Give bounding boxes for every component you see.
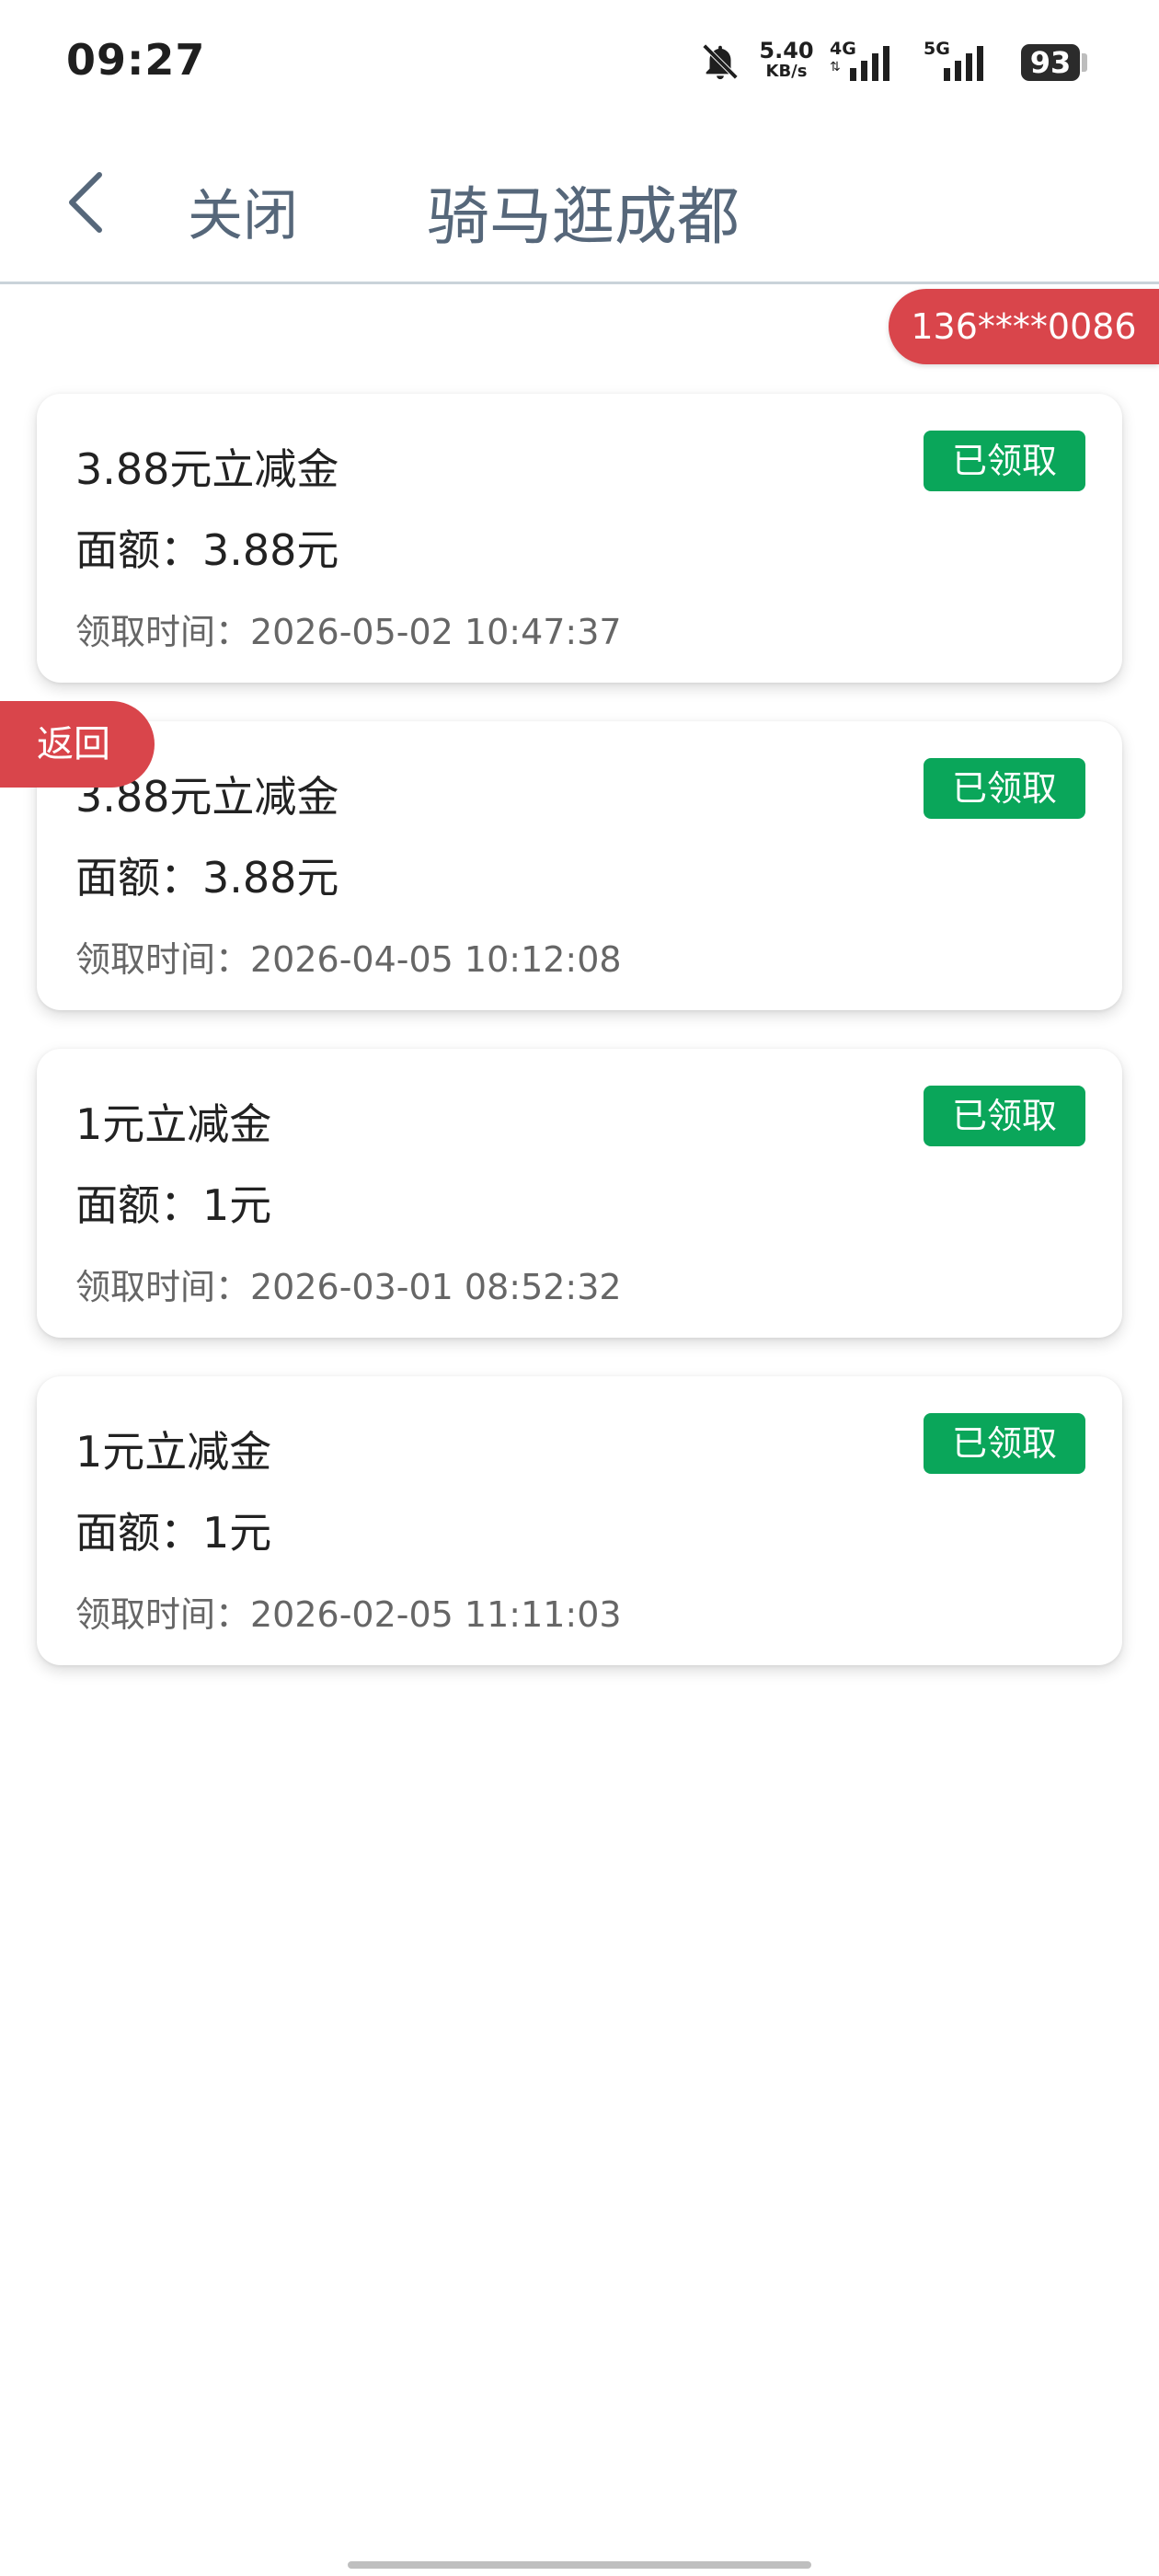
coupon-title: 1元立减金 bbox=[75, 1427, 272, 1477]
header-bar: 关闭 骑马逛成都 bbox=[0, 138, 1159, 284]
coupon-card[interactable]: 3.88元立减金 已领取 面额：3.88元 领取时间：2026-05-02 10… bbox=[37, 394, 1122, 683]
battery-icon: 93 bbox=[1021, 44, 1080, 81]
back-button[interactable] bbox=[59, 166, 114, 239]
coupon-title: 3.88元立减金 bbox=[75, 444, 339, 494]
net-speed: 5.40 KB/s bbox=[754, 39, 819, 81]
home-indicator[interactable] bbox=[348, 2561, 811, 2569]
claimed-status-badge[interactable]: 已领取 bbox=[924, 1413, 1085, 1474]
chevron-left-icon bbox=[69, 172, 102, 233]
return-button[interactable]: 返回 bbox=[0, 701, 155, 788]
coupon-claim-time: 领取时间：2026-02-05 11:11:03 bbox=[75, 1594, 622, 1635]
bell-muted-icon bbox=[702, 43, 739, 80]
coupon-amount: 面额：1元 bbox=[75, 1508, 272, 1558]
signal-bars-icon bbox=[944, 46, 983, 81]
coupon-amount: 面额：3.88元 bbox=[75, 853, 339, 903]
coupon-title: 1元立减金 bbox=[75, 1099, 272, 1149]
claimed-status-badge[interactable]: 已领取 bbox=[924, 1086, 1085, 1146]
coupon-amount: 面额：3.88元 bbox=[75, 525, 339, 575]
battery-nub bbox=[1082, 53, 1087, 72]
coupon-claim-time: 领取时间：2026-03-01 08:52:32 bbox=[75, 1267, 622, 1307]
signal-5g: 5G bbox=[924, 39, 997, 85]
coupon-claim-time: 领取时间：2026-04-05 10:12:08 bbox=[75, 939, 622, 980]
claimed-status-badge[interactable]: 已领取 bbox=[924, 758, 1085, 819]
coupon-card[interactable]: 1元立减金 已领取 面额：1元 领取时间：2026-03-01 08:52:32 bbox=[37, 1049, 1122, 1338]
data-arrows-icon: ⇅ bbox=[830, 60, 841, 75]
signal-bars-icon bbox=[850, 46, 889, 81]
close-button[interactable]: 关闭 bbox=[188, 171, 298, 251]
claimed-status-badge[interactable]: 已领取 bbox=[924, 431, 1085, 491]
net-speed-value: 5.40 bbox=[759, 38, 814, 63]
coupon-card[interactable]: 1元立减金 已领取 面额：1元 领取时间：2026-02-05 11:11:03 bbox=[37, 1376, 1122, 1665]
status-time: 09:27 bbox=[66, 35, 206, 85]
page-title: 骑马逛成都 bbox=[427, 181, 740, 254]
phone-number-badge: 136****0086 bbox=[889, 289, 1159, 364]
coupon-amount: 面额：1元 bbox=[75, 1180, 272, 1230]
net-speed-unit: KB/s bbox=[765, 62, 808, 81]
coupon-card[interactable]: 3.88元立减金 已领取 面额：3.88元 领取时间：2026-04-05 10… bbox=[37, 721, 1122, 1010]
signal-4g: 4G ⇅ bbox=[830, 39, 903, 85]
coupon-claim-time: 领取时间：2026-05-02 10:47:37 bbox=[75, 612, 622, 652]
status-icons: 5.40 KB/s 4G ⇅ 5G 93 bbox=[699, 35, 1095, 90]
